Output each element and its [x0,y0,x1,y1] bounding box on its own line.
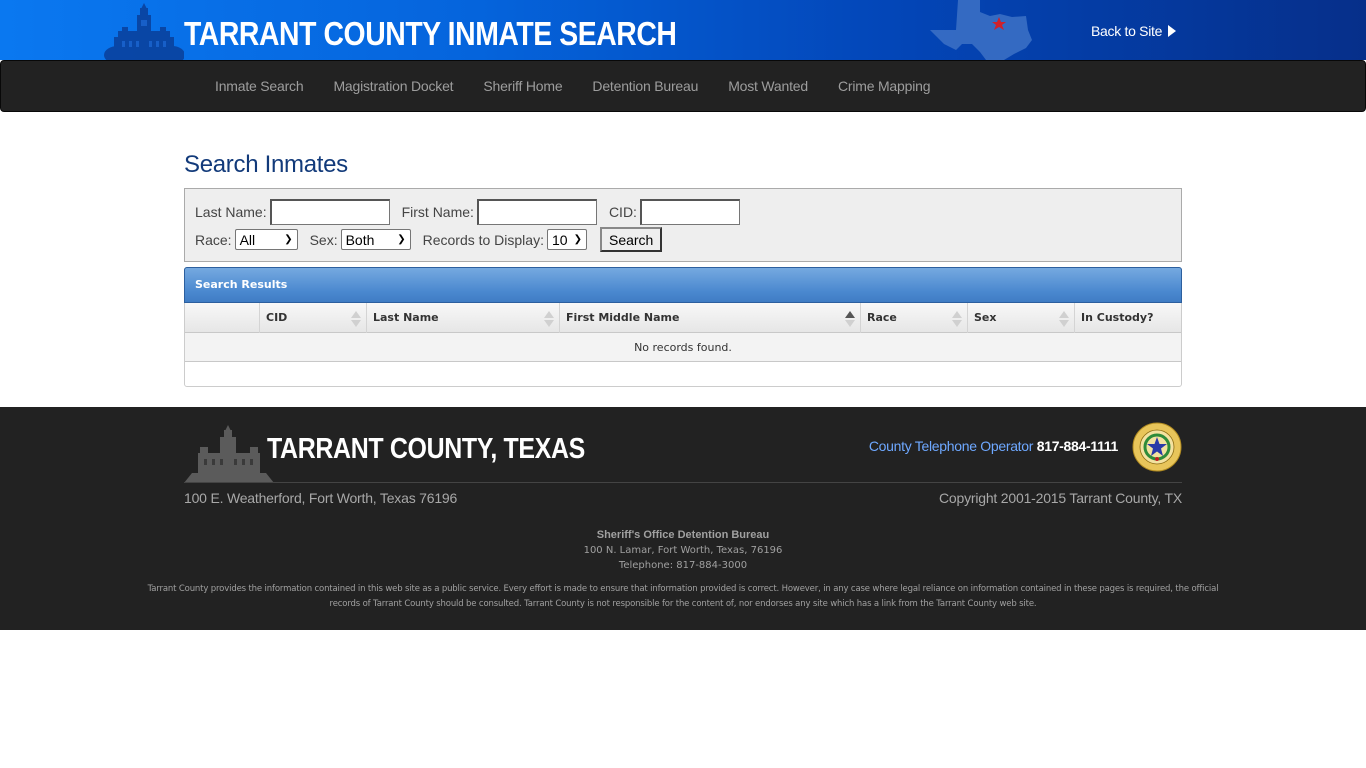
back-to-site-label: Back to Site [1091,23,1163,39]
bureau-telephone: Telephone: 817-884-3000 [618,560,748,571]
last-name-label: Last Name: [195,204,267,220]
column-header-in-custody: In Custody? [1075,303,1181,333]
chevron-down-icon: ❯ [573,234,582,245]
sort-icon [952,311,962,327]
nav-item-most-wanted[interactable]: Most Wanted [713,61,823,111]
courthouse-icon [184,425,274,483]
county-address: 100 E. Weatherford, Fort Worth, Texas 76… [184,490,458,506]
page-title: Search Inmates [184,151,348,178]
sort-icon [544,311,554,327]
search-form: Last Name: First Name: CID: Race: All ❯ … [184,188,1182,262]
disclaimer: Tarrant County provides the information … [120,582,1246,612]
county-seal-icon [1132,422,1182,472]
race-select[interactable]: All ❯ [234,229,298,250]
first-name-label: First Name: [401,204,474,220]
nav-item-sheriff-home[interactable]: Sheriff Home [468,61,577,111]
chevron-down-icon: ❯ [397,234,406,245]
column-label: In Custody? [1081,311,1154,324]
site-header: TARRANT COUNTY INMATE SEARCH Back to Sit… [0,0,1366,60]
nav-item-crime-mapping[interactable]: Crime Mapping [823,61,945,111]
bureau-name: Sheriff's Office Detention Bureau [596,529,770,541]
search-results-panel: Search Results CID Last Name First Middl… [184,267,1182,387]
race-label: Race: [195,231,232,248]
column-label: CID [266,311,288,324]
disclaimer-line: Tarrant County provides the information … [147,584,1219,594]
sort-ascending-icon [845,311,855,327]
records-selected-value: 10 [551,231,568,248]
sex-selected-value: Both [345,231,375,248]
back-to-site-link[interactable]: Back to Site [1091,23,1177,39]
column-header-first-middle-name[interactable]: First Middle Name [560,303,861,333]
column-label: Sex [974,311,997,324]
column-label: First Middle Name [566,311,680,324]
column-header-race[interactable]: Race [861,303,968,333]
chevron-down-icon: ❯ [284,234,293,245]
detention-bureau-info: Sheriff's Office Detention Bureau 100 N.… [0,528,1366,573]
footer-title: TARRANT COUNTY, TEXAS [267,433,585,465]
sex-label: Sex: [309,231,338,248]
phone-number: 817-884-1111 [1036,438,1119,454]
cid-input[interactable] [639,199,740,225]
sort-icon [351,311,361,327]
records-to-display-select[interactable]: 10 ❯ [546,229,587,250]
records-to-display-label: Records to Display: [422,231,544,248]
column-header-last-name[interactable]: Last Name [367,303,560,333]
column-label: Last Name [373,311,439,324]
site-title: TARRANT COUNTY INMATE SEARCH [184,15,677,52]
sex-select[interactable]: Both ❯ [340,229,411,250]
cid-label: CID: [608,204,637,220]
texas-map-icon [930,0,1032,60]
disclaimer-line: records of Tarrant County should be cons… [329,599,1037,609]
nav-item-detention-bureau[interactable]: Detention Bureau [577,61,713,111]
column-label: Race [867,311,897,324]
footer-divider [184,482,1182,483]
column-header-sex[interactable]: Sex [968,303,1075,333]
sort-icon [1059,311,1069,327]
county-phone: County Telephone Operator 817-884-1111 [869,438,1118,454]
race-selected-value: All [239,231,256,248]
column-header-blank [185,303,260,333]
nav-item-magistration-docket[interactable]: Magistration Docket [318,61,468,111]
nav-item-inmate-search[interactable]: Inmate Search [200,61,318,111]
search-results-title: Search Results [184,267,1182,303]
main-navbar: Inmate Search Magistration Docket Sherif… [0,60,1366,112]
site-footer: TARRANT COUNTY, TEXAS County Telephone O… [0,407,1366,630]
bureau-address: 100 N. Lamar, Fort Worth, Texas, 76196 [583,545,783,556]
courthouse-icon [104,3,184,60]
first-name-input[interactable] [476,199,597,225]
copyright: Copyright 2001-2015 Tarrant County, TX [939,490,1182,506]
results-table-header: CID Last Name First Middle Name Race Sex… [185,303,1181,333]
last-name-input[interactable] [269,199,390,225]
play-arrow-icon [1168,25,1177,37]
column-header-cid[interactable]: CID [260,303,367,333]
empty-results-message: No records found. [185,333,1181,362]
phone-label: County Telephone Operator [868,438,1034,454]
search-button[interactable]: Search [599,227,663,252]
